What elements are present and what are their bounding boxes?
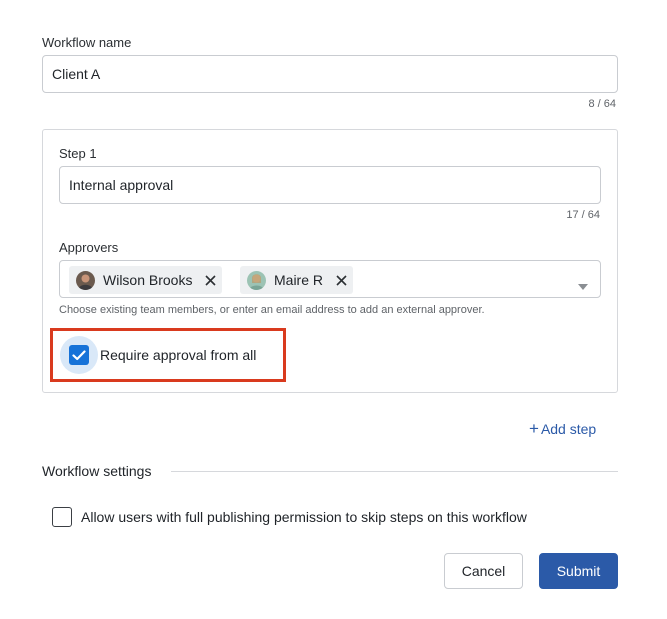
approver-name: Wilson Brooks (103, 272, 193, 288)
step-name-counter: 17 / 64 (566, 209, 600, 221)
skip-steps-label[interactable]: Allow users with full publishing permiss… (81, 509, 527, 525)
workflow-name-input[interactable]: Client A (42, 55, 618, 93)
submit-button[interactable]: Submit (539, 553, 618, 589)
add-step-link[interactable]: + Add step (529, 419, 596, 439)
approver-name: Maire R (274, 272, 324, 288)
remove-approver-icon[interactable] (204, 274, 216, 286)
require-approval-label[interactable]: Require approval from all (100, 347, 256, 363)
step-title: Step 1 (59, 146, 97, 161)
step-name-value: Internal approval (69, 177, 174, 193)
plus-icon: + (529, 419, 539, 438)
checkmark-icon (72, 349, 86, 360)
divider (171, 471, 618, 472)
cancel-button[interactable]: Cancel (444, 553, 523, 589)
step-name-input[interactable]: Internal approval (59, 166, 601, 204)
approvers-helper-text: Choose existing team members, or enter a… (59, 304, 485, 316)
workflow-name-value: Client A (52, 66, 101, 82)
workflow-name-label: Workflow name (42, 35, 132, 50)
skip-steps-checkbox[interactable] (52, 507, 72, 527)
workflow-settings-title: Workflow settings (42, 463, 152, 479)
approvers-label: Approvers (59, 240, 119, 255)
avatar (76, 270, 95, 290)
remove-approver-icon[interactable] (335, 274, 347, 286)
chevron-down-icon[interactable] (578, 277, 588, 293)
add-step-label: Add step (540, 421, 597, 437)
approver-chip: Maire R (240, 266, 354, 294)
require-approval-checkbox[interactable] (69, 345, 89, 365)
workflow-name-counter: 8 / 64 (588, 98, 616, 110)
avatar (247, 270, 266, 290)
approvers-select[interactable]: Wilson Brooks Maire R (59, 260, 601, 298)
approver-chip: Wilson Brooks (69, 266, 223, 294)
